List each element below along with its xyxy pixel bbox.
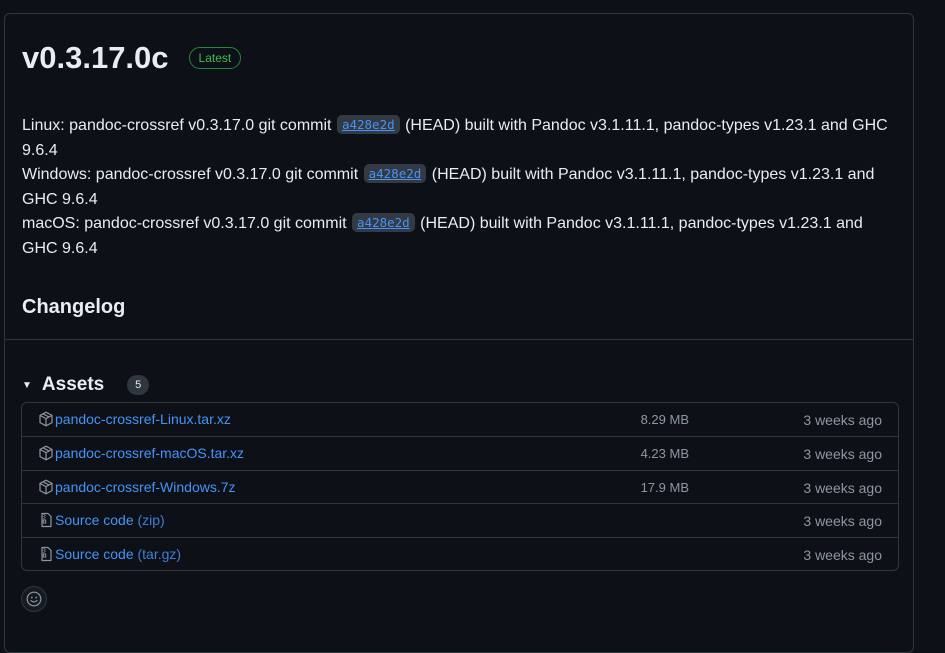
asset-row: pandoc-crossref-Linux.tar.xz 8.29 MB 3 w… — [22, 403, 898, 436]
assets-count-badge: 5 — [127, 375, 150, 395]
file-zip-icon — [41, 513, 52, 528]
asset-date: 3 weeks ago — [803, 412, 882, 428]
note-text: Linux: pandoc-crossref v0.3.17.0 git com… — [22, 117, 332, 134]
commit-link[interactable]: a428e2d — [336, 115, 400, 134]
asset-date: 3 weeks ago — [803, 513, 882, 530]
asset-link[interactable]: pandoc-crossref-Windows.7z — [55, 479, 236, 495]
latest-badge: Latest — [188, 47, 242, 69]
asset-date: 3 weeks ago — [803, 479, 882, 496]
asset-size: 8.29 MB — [640, 412, 689, 427]
smiley-icon — [26, 591, 42, 607]
asset-link[interactable]: Source code (zip) — [55, 512, 165, 528]
asset-row: pandoc-crossref-macOS.tar.xz 4.23 MB 3 w… — [22, 436, 898, 469]
file-zip-icon — [41, 546, 52, 561]
release-notes: Linux: pandoc-crossref v0.3.17.0 git com… — [22, 114, 902, 261]
release-header: v0.3.17.0c Latest — [22, 40, 242, 76]
release-note-windows: Windows: pandoc-crossref v0.3.17.0 git c… — [22, 163, 902, 212]
release-note-macos: macOS: pandoc-crossref v0.3.17.0 git com… — [22, 212, 902, 261]
asset-link[interactable]: Source code (tar.gz) — [55, 546, 181, 562]
package-icon — [39, 445, 53, 461]
section-divider — [5, 339, 913, 340]
release-card: v0.3.17.0c Latest Linux: pandoc-crossref… — [4, 13, 914, 653]
note-text: Windows: pandoc-crossref v0.3.17.0 git c… — [22, 166, 359, 183]
asset-name-text: pandoc-crossref-Windows.7z — [55, 478, 236, 495]
asset-name-text: pandoc-crossref-macOS.tar.xz — [55, 445, 245, 462]
asset-format-text: (tar.gz) — [137, 545, 182, 562]
package-icon — [39, 479, 53, 495]
assets-toggle[interactable]: ▼ Assets 5 — [22, 374, 150, 396]
asset-format-text: (zip) — [137, 512, 165, 529]
asset-date: 3 weeks ago — [803, 446, 882, 463]
package-icon — [39, 411, 53, 427]
asset-row: Source code (tar.gz) 3 weeks ago — [22, 536, 898, 570]
asset-link[interactable]: pandoc-crossref-Linux.tar.xz — [55, 411, 231, 427]
commit-link[interactable]: a428e2d — [363, 164, 427, 183]
commit-link[interactable]: a428e2d — [352, 213, 415, 232]
asset-row: pandoc-crossref-Windows.7z 17.9 MB 3 wee… — [22, 469, 898, 503]
assets-title: Assets — [41, 374, 105, 395]
asset-size: 17.9 MB — [640, 479, 689, 495]
assets-list: pandoc-crossref-Linux.tar.xz 8.29 MB 3 w… — [21, 402, 899, 571]
add-reaction-button[interactable] — [21, 586, 47, 612]
asset-name-text: Source code — [55, 545, 134, 562]
release-note-linux: Linux: pandoc-crossref v0.3.17.0 git com… — [22, 114, 902, 163]
asset-size: 4.23 MB — [640, 446, 689, 462]
asset-row: Source code (zip) 3 weeks ago — [22, 503, 898, 536]
release-title[interactable]: v0.3.17.0c — [22, 40, 169, 76]
asset-date: 3 weeks ago — [803, 546, 882, 563]
asset-name-text: Source code — [55, 512, 134, 529]
asset-link[interactable]: pandoc-crossref-macOS.tar.xz — [55, 445, 244, 461]
note-text: macOS: pandoc-crossref v0.3.17.0 git com… — [22, 215, 347, 232]
changelog-heading: Changelog — [22, 296, 126, 318]
caret-down-icon: ▼ — [22, 379, 32, 391]
asset-name-text: pandoc-crossref-Linux.tar.xz — [55, 411, 231, 427]
